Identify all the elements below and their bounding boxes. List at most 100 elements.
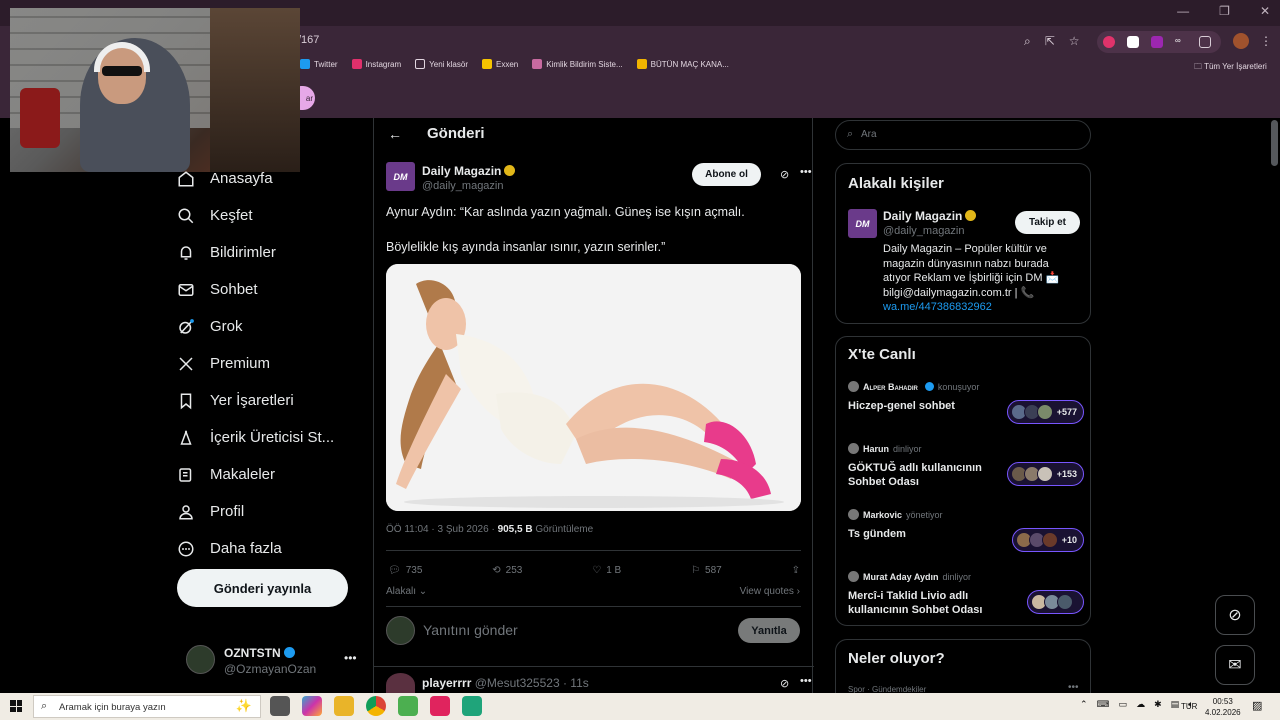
restore-icon[interactable]: ❐ xyxy=(1219,4,1230,18)
clock[interactable]: 00:53 4.02.2026 xyxy=(1205,696,1241,718)
grok-icon[interactable]: ⊘ xyxy=(780,168,789,181)
search-input[interactable]: ⌕ Ara xyxy=(835,120,1091,150)
app-icon[interactable] xyxy=(398,696,418,716)
bookmark-folder[interactable]: Yeni klasör xyxy=(415,59,468,69)
more-dots-icon[interactable]: ••• xyxy=(344,651,357,665)
follow-button[interactable]: Takip et xyxy=(1015,211,1080,234)
related-dropdown[interactable]: Alakalı ⌄ xyxy=(386,586,427,597)
related-avatar[interactable]: DM xyxy=(848,209,877,238)
space-item[interactable]: Markovic yönetiyor Ts gündem +10 xyxy=(848,509,1084,552)
reply-author-handle[interactable]: @Mesut325523 xyxy=(475,676,560,690)
grok-icon xyxy=(176,317,196,337)
sidebar-item-chat[interactable]: Sohbet xyxy=(176,271,366,308)
menu-icon[interactable]: ⋮ xyxy=(1260,34,1272,48)
bookmark-instagram[interactable]: Instagram xyxy=(351,59,401,69)
view-quotes-link[interactable]: View quotes › xyxy=(740,586,800,597)
space-item[interactable]: Harun dinliyor GÖKTUĞ adlı kullanıcının S… xyxy=(848,443,1084,491)
reply-input[interactable]: Yanıtını gönder xyxy=(423,622,518,638)
zoom-icon[interactable]: ⌕ xyxy=(1024,34,1031,49)
extension-icon[interactable] xyxy=(1127,36,1139,48)
share-action[interactable]: ⇪ xyxy=(792,560,800,580)
extension-icon[interactable] xyxy=(1151,36,1163,48)
windows-start-icon[interactable] xyxy=(10,700,22,712)
bio-link[interactable]: wa.me/447386832962 xyxy=(883,300,1078,315)
taskbar-search[interactable]: ⌕ Aramak için buraya yazın ✨ xyxy=(33,695,261,718)
more-dots-icon[interactable]: ••• xyxy=(800,675,812,687)
keyboard-icon[interactable]: ⌨ xyxy=(1097,699,1110,710)
sidebar-item-profile[interactable]: Profil xyxy=(176,493,366,530)
extension-icon[interactable] xyxy=(1103,36,1115,48)
article-icon xyxy=(176,465,196,485)
post-timestamp[interactable]: ÖÖ 11:04 · 3 Şub 2026 · xyxy=(386,524,498,535)
app-icon[interactable] xyxy=(462,696,482,716)
messages-float-button[interactable]: ✉ xyxy=(1215,645,1255,685)
share-icon: ⇪ xyxy=(791,564,800,576)
reply-action[interactable]: 💬︎ 735 xyxy=(388,560,422,580)
more-dots-icon[interactable]: ••• xyxy=(800,166,812,178)
sidebar-item-explore[interactable]: Keşfet xyxy=(176,197,366,234)
subscribe-button[interactable]: Abone ol xyxy=(692,163,761,186)
post-image[interactable] xyxy=(386,264,801,511)
url-text[interactable]: /167 xyxy=(298,34,319,46)
person-icon xyxy=(176,502,196,522)
chrome-icon[interactable] xyxy=(366,696,386,716)
extension-icon[interactable]: ∞ xyxy=(1175,36,1187,48)
bookmark-twitter[interactable]: Twitter xyxy=(300,59,338,69)
more-dots-icon[interactable]: ••• xyxy=(1068,682,1079,693)
task-view-icon[interactable] xyxy=(270,696,290,716)
related-handle[interactable]: @daily_magazin xyxy=(883,225,965,237)
bookmark-kimlik[interactable]: Kimlik Bildirim Siste... xyxy=(532,59,623,69)
grok-float-button[interactable]: ⊘ xyxy=(1215,595,1255,635)
post-button[interactable]: Gönderi yayınla xyxy=(177,569,348,607)
app-icon[interactable] xyxy=(430,696,450,716)
related-bio: Daily Magazin – Popüler kültür ve magazi… xyxy=(883,242,1078,315)
sidebar-item-home[interactable]: Anasayfa xyxy=(176,160,366,197)
sidebar-item-bookmarks[interactable]: Yer İşaretleri xyxy=(176,382,366,419)
author-name-row[interactable]: Daily Magazin xyxy=(422,164,516,178)
related-name-row[interactable]: Daily Magazin xyxy=(883,209,977,223)
copilot-icon[interactable] xyxy=(302,696,322,716)
sunglasses xyxy=(102,66,142,76)
sidebar-item-grok[interactable]: Grok xyxy=(176,308,366,345)
reply-button[interactable]: Yanıtla xyxy=(738,618,800,643)
author-handle[interactable]: @daily_magazin xyxy=(422,180,504,192)
reply-author-name[interactable]: playerrrr xyxy=(422,676,471,690)
space-item[interactable]: Alper Bahadır konuşuyor Hiczep-genel sohb… xyxy=(848,381,1084,424)
account-switcher[interactable]: OZNTSTN @OzmayanOzan ••• xyxy=(186,645,366,677)
bluetooth-icon[interactable]: ✱ xyxy=(1154,699,1162,710)
sidebar-item-notifications[interactable]: Bildirimler xyxy=(176,234,366,271)
notification-icon[interactable]: ▨ xyxy=(1252,699,1262,712)
sidebar-item-articles[interactable]: Makaleler xyxy=(176,456,366,493)
post-meta: ÖÖ 11:04 · 3 Şub 2026 · 905,5 B Görüntül… xyxy=(386,524,593,535)
grok-icon[interactable]: ⊘ xyxy=(780,677,789,690)
space-host: Murat Aday Aydın dinliyor xyxy=(848,571,1084,582)
profile-avatar[interactable] xyxy=(1233,33,1249,49)
puzzle-icon[interactable] xyxy=(1199,36,1211,48)
folder-icon[interactable]: ▭ xyxy=(1119,699,1128,710)
listener-avatar xyxy=(1036,466,1053,482)
minimize-icon[interactable]: — xyxy=(1177,4,1189,18)
repost-action[interactable]: ⟲ 253 xyxy=(492,560,522,580)
author-avatar[interactable]: DM xyxy=(386,162,415,191)
sidebar-item-premium[interactable]: Premium xyxy=(176,345,366,382)
bookmark-exxen[interactable]: Exxen xyxy=(481,59,518,69)
chevron-down-icon: ⌄ xyxy=(418,586,428,597)
file-explorer-icon[interactable] xyxy=(334,696,354,716)
like-action[interactable]: ♡ 1 B xyxy=(592,560,621,580)
bookmark-action[interactable]: ⚐ 587 xyxy=(691,560,722,580)
star-icon[interactable]: ☆ xyxy=(1069,34,1080,49)
sidebar-item-more[interactable]: Daha fazla xyxy=(176,530,366,567)
onedrive-icon[interactable]: ☁ xyxy=(1136,699,1145,710)
sidebar-item-creator-studio[interactable]: İçerik Üreticisi St... xyxy=(176,419,366,456)
all-bookmarks[interactable]: 🗀 Tüm Yer İşaretleri xyxy=(1194,61,1267,75)
language-indicator[interactable]: TUR xyxy=(1181,702,1197,711)
back-arrow-icon[interactable]: ← xyxy=(388,126,402,142)
bookmark-mac[interactable]: BÜTÜN MAÇ KANA... xyxy=(636,59,729,69)
chevron-up-icon[interactable]: ⌃ xyxy=(1080,699,1088,710)
page-title: Gönderi xyxy=(427,125,485,142)
scrollbar[interactable] xyxy=(1271,120,1278,166)
space-item[interactable]: Murat Aday Aydın dinliyor Mercî-i Taklid … xyxy=(848,571,1084,619)
network-icon[interactable]: ▤ xyxy=(1171,699,1180,710)
install-icon[interactable]: ⇱ xyxy=(1045,34,1055,49)
close-icon[interactable]: ✕ xyxy=(1260,4,1270,18)
